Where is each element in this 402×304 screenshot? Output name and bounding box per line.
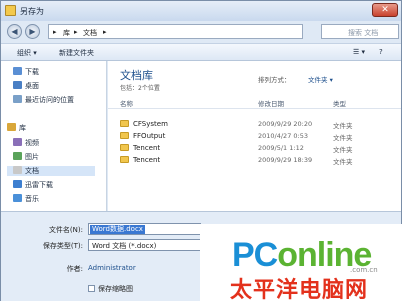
address-row: ◀ ▶ ▸ 库 ▸ 文档 ▸ 搜索 文档 <box>1 21 401 43</box>
search-input[interactable]: 搜索 文档 <box>321 24 399 39</box>
column-header-name[interactable]: 名称 <box>120 98 133 108</box>
sidebar-item-label: 迅雷下载 <box>25 181 53 189</box>
column-header-type[interactable]: 类型 <box>333 98 346 108</box>
filename-value: Word数据.docx <box>90 225 145 234</box>
filename-field[interactable]: Word数据.docx <box>88 223 201 235</box>
sidebar-item-label: 图片 <box>25 153 39 161</box>
file-type: 文件夹 <box>333 146 353 154</box>
sidebar-item-label: 文档 <box>25 167 39 175</box>
filename-label: 文件名(N): <box>48 226 83 234</box>
file-list-pane: 文档库 包括：2个位置 排列方式： 文件夹 ▾ 名称 修改日期 类型 CFSys… <box>108 61 401 211</box>
organize-button[interactable]: 组织 ▾ <box>17 48 37 58</box>
file-row[interactable]: Tencent 2009/5/1 1:12 文件夹 <box>108 143 401 154</box>
new-folder-button[interactable]: 新建文件夹 <box>59 48 94 58</box>
library-locations-link[interactable]: 包括：2个位置 <box>120 83 160 92</box>
file-row[interactable]: CFSystem 2009/9/29 20:20 文件夹 <box>108 119 401 130</box>
file-name: FFOutput <box>133 132 166 140</box>
sidebar-item-music[interactable]: 音乐 <box>13 194 39 204</box>
column-header-date[interactable]: 修改日期 <box>258 98 284 108</box>
dialog-icon <box>5 5 16 16</box>
filetype-label: 保存类型(T): <box>42 242 83 250</box>
file-row[interactable]: Tencent 2009/9/29 18:39 文件夹 <box>108 155 401 166</box>
address-bar[interactable]: ▸ 库 ▸ 文档 ▸ <box>48 24 303 39</box>
breadcrumb-arrow[interactable]: ▸ <box>74 28 78 36</box>
file-name: Tencent <box>133 144 161 152</box>
navigation-pane: 下载 桌面 最近访问的位置 库 视频 图片 文档 迅雷下载 音乐 <box>1 61 107 211</box>
folder-icon <box>120 156 129 163</box>
library-icon <box>7 123 16 131</box>
forward-button[interactable]: ▶ <box>25 24 40 39</box>
help-icon[interactable]: ? <box>379 48 383 56</box>
close-button[interactable]: ✕ <box>372 3 398 17</box>
file-type: 文件夹 <box>333 134 353 142</box>
logo-chinese-name: 太平洋电脑网 <box>230 278 369 303</box>
author-field[interactable]: Administrator <box>88 264 136 272</box>
file-type: 文件夹 <box>333 158 353 166</box>
sidebar-item-downloads[interactable]: 下载 <box>13 67 39 77</box>
sidebar-item-label: 音乐 <box>25 195 39 203</box>
picture-icon <box>13 152 22 160</box>
file-date: 2009/9/29 18:39 <box>258 156 313 164</box>
breadcrumb-library[interactable]: 库 <box>63 28 70 38</box>
file-date: 2010/4/27 0:53 <box>258 132 308 140</box>
sidebar-item-label: 桌面 <box>25 82 39 90</box>
save-thumbnail-label[interactable]: 保存缩略图 <box>98 284 133 294</box>
sidebar-item-label: 库 <box>19 124 26 132</box>
folder-icon <box>120 120 129 127</box>
recent-places-icon <box>13 95 22 103</box>
file-name: CFSystem <box>133 120 168 128</box>
sidebar-item-label: 下载 <box>25 68 39 76</box>
sidebar-item-label: 视频 <box>25 139 39 147</box>
logo-pc-text: PC <box>232 236 278 274</box>
sidebar-item-label: 最近访问的位置 <box>25 96 74 104</box>
sidebar-item-pictures[interactable]: 图片 <box>13 152 39 162</box>
thunder-download-icon <box>13 180 22 188</box>
video-icon <box>13 138 22 146</box>
view-options-button[interactable]: ☰ ▾ <box>353 48 365 56</box>
arrange-by-label: 排列方式： <box>258 76 291 84</box>
download-icon <box>13 67 22 75</box>
folder-icon <box>120 144 129 151</box>
file-name: Tencent <box>133 156 161 164</box>
save-thumbnail-checkbox[interactable] <box>88 285 95 292</box>
sidebar-item-thunder-downloads[interactable]: 迅雷下载 <box>13 180 53 190</box>
sidebar-item-desktop[interactable]: 桌面 <box>13 81 39 91</box>
file-date: 2009/5/1 1:12 <box>258 144 304 152</box>
search-placeholder: 搜索 文档 <box>348 29 379 37</box>
library-title: 文档库 <box>120 69 153 82</box>
breadcrumb-documents[interactable]: 文档 <box>83 28 97 38</box>
folder-icon <box>120 132 129 139</box>
music-icon <box>13 194 22 202</box>
desktop-icon <box>13 81 22 89</box>
file-row[interactable]: FFOutput 2010/4/27 0:53 文件夹 <box>108 131 401 142</box>
breadcrumb-arrow[interactable]: ▸ <box>103 28 107 36</box>
dialog-title: 另存为 <box>20 7 44 16</box>
sidebar-item-libraries[interactable]: 库 <box>7 123 26 133</box>
filetype-value: Word 文档 (*.docx) <box>92 242 157 250</box>
back-button[interactable]: ◀ <box>7 24 22 39</box>
file-type: 文件夹 <box>333 122 353 130</box>
author-label: 作者: <box>66 265 83 273</box>
breadcrumb-root-arrow[interactable]: ▸ <box>53 28 57 36</box>
file-date: 2009/9/29 20:20 <box>258 120 313 128</box>
sidebar-item-videos[interactable]: 视频 <box>13 138 39 148</box>
title-bar: 另存为 ✕ <box>1 1 401 21</box>
toolbar: 组织 ▾ 新建文件夹 ☰ ▾ ? <box>1 43 401 61</box>
filetype-select[interactable]: Word 文档 (*.docx) <box>88 239 201 251</box>
sidebar-item-recent-places[interactable]: 最近访问的位置 <box>13 95 74 105</box>
document-icon <box>13 166 22 174</box>
arrange-by-dropdown[interactable]: 文件夹 ▾ <box>308 74 333 84</box>
header-divider <box>108 108 401 109</box>
sidebar-item-documents[interactable]: 文档 <box>7 166 95 176</box>
